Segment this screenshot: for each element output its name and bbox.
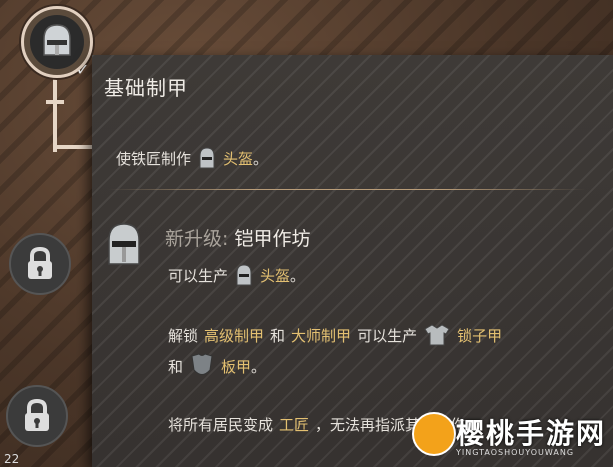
- upgrade-heading: 新升级: 铠甲作坊: [165, 228, 311, 250]
- lock-icon: [25, 398, 49, 431]
- watermark-logo-icon: [412, 412, 456, 456]
- tree-connector: [53, 145, 93, 149]
- item-link-advanced-armor[interactable]: 高级制甲: [204, 325, 264, 346]
- item-link-helmet[interactable]: 头盔: [260, 265, 290, 286]
- skill-node-locked[interactable]: [6, 385, 68, 447]
- tooltip-panel: [92, 55, 613, 467]
- tree-connector: [53, 72, 57, 152]
- unlock-line: 解锁 高级制甲 和 大师制甲 可以生产 锁子甲: [168, 323, 502, 347]
- produce-line: 可以生产 头盔。: [168, 263, 305, 287]
- item-link-helmet[interactable]: 头盔: [223, 148, 253, 169]
- watermark: 樱桃手游网 YINGTAOSHOUYOUWANG: [408, 410, 613, 467]
- checkmark-icon: ✓: [76, 60, 90, 79]
- chainmail-icon: [424, 324, 450, 346]
- node-counter: 22: [4, 452, 20, 466]
- helmet-icon: [199, 147, 215, 169]
- helmet-icon: [108, 223, 140, 265]
- item-link-craftsman[interactable]: 工匠: [279, 414, 309, 435]
- item-link-master-armor[interactable]: 大师制甲: [291, 325, 351, 346]
- tooltip-title: 基础制甲: [104, 76, 188, 100]
- tooltip-description: 使铁匠制作 头盔。: [116, 146, 268, 170]
- plate-armor-icon: [191, 353, 213, 375]
- tree-connector: [46, 100, 64, 104]
- unlock-line-2: 和 板甲。: [168, 352, 266, 380]
- item-link-plate-armor[interactable]: 板甲: [221, 356, 251, 377]
- lock-icon: [28, 246, 52, 279]
- helmet-icon: [236, 264, 252, 286]
- divider: [108, 189, 586, 190]
- skill-node-locked[interactable]: [9, 233, 71, 295]
- item-link-chainmail[interactable]: 锁子甲: [457, 325, 502, 346]
